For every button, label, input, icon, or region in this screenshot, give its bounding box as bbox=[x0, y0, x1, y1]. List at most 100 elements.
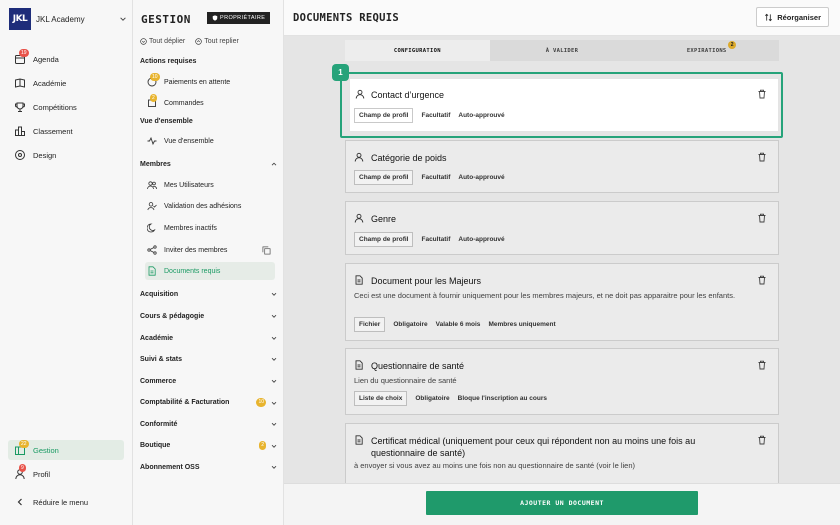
card-tags: Liste de choix Obligatoire Bloque l'insc… bbox=[354, 391, 547, 406]
section-commerce[interactable]: Commerce bbox=[140, 377, 278, 385]
document-card[interactable]: Document pour les Majeurs Ceci est une d… bbox=[345, 263, 779, 341]
card-tags: Champ de profil Facultatif Auto-approuvé bbox=[354, 170, 505, 185]
tab-label: CONFIGURATION bbox=[393, 47, 441, 54]
add-document-button[interactable]: AJOUTER UN DOCUMENT bbox=[426, 491, 698, 515]
sub-item-inviter[interactable]: Inviter des membres bbox=[145, 241, 275, 259]
tag-type: Champ de profil bbox=[354, 108, 414, 123]
nav-item-label: Design bbox=[33, 150, 57, 160]
user-icon bbox=[354, 152, 364, 162]
sub-item-inactifs[interactable]: Membres inactifs bbox=[145, 219, 275, 237]
page-title: DOCUMENTS REQUIS bbox=[293, 12, 399, 24]
commandes-badge: 2 bbox=[150, 94, 157, 102]
gestion-title: GESTION bbox=[141, 13, 191, 26]
nav-item-gestion[interactable]: 22 Gestion bbox=[8, 440, 124, 460]
reorder-label: Réorganiser bbox=[777, 12, 821, 22]
sub-item-commandes[interactable]: 2 Commandes bbox=[145, 94, 275, 112]
owner-badge: PROPRIÉTAIRE bbox=[207, 12, 271, 24]
tag-requirement: Facultatif bbox=[421, 236, 451, 243]
expand-all-button[interactable]: Tout déplier bbox=[140, 38, 185, 45]
expand-icon bbox=[140, 38, 147, 45]
tag-scope: Membres uniquement bbox=[488, 321, 556, 328]
card-tags: Fichier Obligatoire Valable 6 mois Membr… bbox=[354, 317, 556, 332]
trash-icon[interactable] bbox=[757, 89, 767, 99]
document-icon bbox=[355, 275, 363, 285]
nav-item-agenda[interactable]: 19 Agenda bbox=[8, 49, 124, 69]
nav-item-classement[interactable]: Classement bbox=[8, 121, 124, 141]
user-icon bbox=[355, 89, 365, 99]
activity-icon bbox=[147, 136, 157, 146]
section-label: Cours & pédagogie bbox=[140, 312, 205, 320]
expand-toggles: Tout déplier Tout replier bbox=[140, 38, 239, 45]
nav-item-label: Profil bbox=[33, 469, 51, 479]
collapse-menu-button[interactable]: Réduire le menu bbox=[8, 492, 124, 512]
gestion-panel: GESTION PROPRIÉTAIRE Tout déplier Tout r… bbox=[133, 0, 284, 525]
sort-arrows-icon bbox=[765, 13, 773, 21]
document-card[interactable]: Questionnaire de santé Lien du questionn… bbox=[345, 348, 779, 415]
tab-label: À VALIDER bbox=[545, 47, 579, 54]
users-icon bbox=[147, 180, 157, 190]
section-overview-title: Vue d'ensemble bbox=[140, 118, 193, 125]
section-boutique[interactable]: Boutique 2 bbox=[140, 441, 278, 450]
user-icon: 9 bbox=[14, 464, 26, 480]
expirations-badge: 2 bbox=[728, 41, 737, 49]
section-suivi[interactable]: Suivi & stats bbox=[140, 355, 278, 363]
trash-icon[interactable] bbox=[757, 360, 767, 370]
document-card[interactable]: Genre Champ de profil Facultatif Auto-ap… bbox=[345, 201, 779, 255]
chevron-down-icon bbox=[271, 422, 277, 426]
gestion-badge: 22 bbox=[19, 440, 29, 448]
trash-icon[interactable] bbox=[757, 152, 767, 162]
order-icon: 2 bbox=[147, 94, 157, 108]
trash-icon[interactable] bbox=[757, 435, 767, 445]
collapse-all-label: Tout replier bbox=[204, 38, 239, 45]
trash-icon[interactable] bbox=[757, 213, 767, 223]
reorder-button[interactable]: Réorganiser bbox=[756, 7, 829, 27]
document-card[interactable]: Catégorie de poids Champ de profil Facul… bbox=[345, 140, 779, 193]
sub-item-label: Membres inactifs bbox=[164, 224, 217, 232]
section-comptabilite[interactable]: Comptabilité & Facturation 10 bbox=[140, 398, 278, 407]
nav-item-academie[interactable]: Académie bbox=[8, 73, 124, 93]
tag-requirement: Facultatif bbox=[421, 112, 451, 119]
section-label: Membres bbox=[140, 160, 171, 168]
card-title: Genre bbox=[371, 214, 397, 224]
sub-item-overview[interactable]: Vue d'ensemble bbox=[145, 132, 275, 150]
section-label: Acquisition bbox=[140, 290, 179, 298]
tab-configuration[interactable]: CONFIGURATION bbox=[345, 40, 490, 61]
agenda-badge: 19 bbox=[19, 49, 29, 57]
sub-item-label: Documents requis bbox=[164, 267, 221, 275]
tag-type: Champ de profil bbox=[354, 170, 414, 185]
section-cours[interactable]: Cours & pédagogie bbox=[140, 312, 278, 320]
chevron-down-icon bbox=[271, 314, 277, 318]
sub-item-validation[interactable]: Validation des adhésions bbox=[145, 197, 275, 215]
section-abonnement[interactable]: Abonnement OSS bbox=[140, 463, 278, 471]
nav-item-design[interactable]: Design bbox=[8, 145, 124, 165]
collapse-all-button[interactable]: Tout replier bbox=[195, 38, 239, 45]
sub-item-documents-requis[interactable]: Documents requis bbox=[145, 262, 275, 280]
tag-approval: Auto-approuvé bbox=[458, 112, 505, 119]
tab-a-valider[interactable]: À VALIDER bbox=[490, 40, 635, 61]
sub-item-paiements[interactable]: 10 Paiements en attente bbox=[145, 73, 275, 91]
nav-item-label: Académie bbox=[33, 78, 67, 88]
trophy-icon bbox=[14, 101, 26, 113]
tag-type: Fichier bbox=[354, 317, 386, 332]
user-icon bbox=[354, 213, 364, 223]
user-check-icon bbox=[147, 201, 157, 211]
section-acquisition[interactable]: Acquisition bbox=[140, 290, 278, 298]
document-card-highlighted[interactable]: Contact d’urgence Champ de profil Facult… bbox=[349, 78, 779, 132]
tag-requirement: Obligatoire bbox=[415, 395, 450, 402]
sub-item-label: Commandes bbox=[164, 99, 204, 107]
tab-expirations[interactable]: EXPIRATIONS 2 bbox=[634, 40, 779, 61]
section-academie[interactable]: Académie bbox=[140, 334, 278, 342]
chevron-down-icon bbox=[271, 444, 277, 448]
calendar-icon: 19 bbox=[14, 49, 29, 65]
sub-item-utilisateurs[interactable]: Mes Utilisateurs bbox=[145, 176, 275, 194]
section-membres[interactable]: Membres bbox=[140, 160, 278, 168]
comptabilite-badge: 10 bbox=[256, 398, 266, 407]
nav-item-competitions[interactable]: Compétitions bbox=[8, 97, 124, 117]
trash-icon[interactable] bbox=[757, 275, 767, 285]
copy-icon[interactable] bbox=[262, 246, 271, 255]
nav-item-profil[interactable]: 9 Profil bbox=[8, 464, 124, 484]
section-conformite[interactable]: Conformité bbox=[140, 420, 278, 428]
tutorial-step-badge: 1 bbox=[332, 64, 349, 81]
brand-switcher[interactable]: JKL JKL Academy bbox=[9, 8, 127, 30]
tag-approval: Auto-approuvé bbox=[458, 236, 505, 243]
